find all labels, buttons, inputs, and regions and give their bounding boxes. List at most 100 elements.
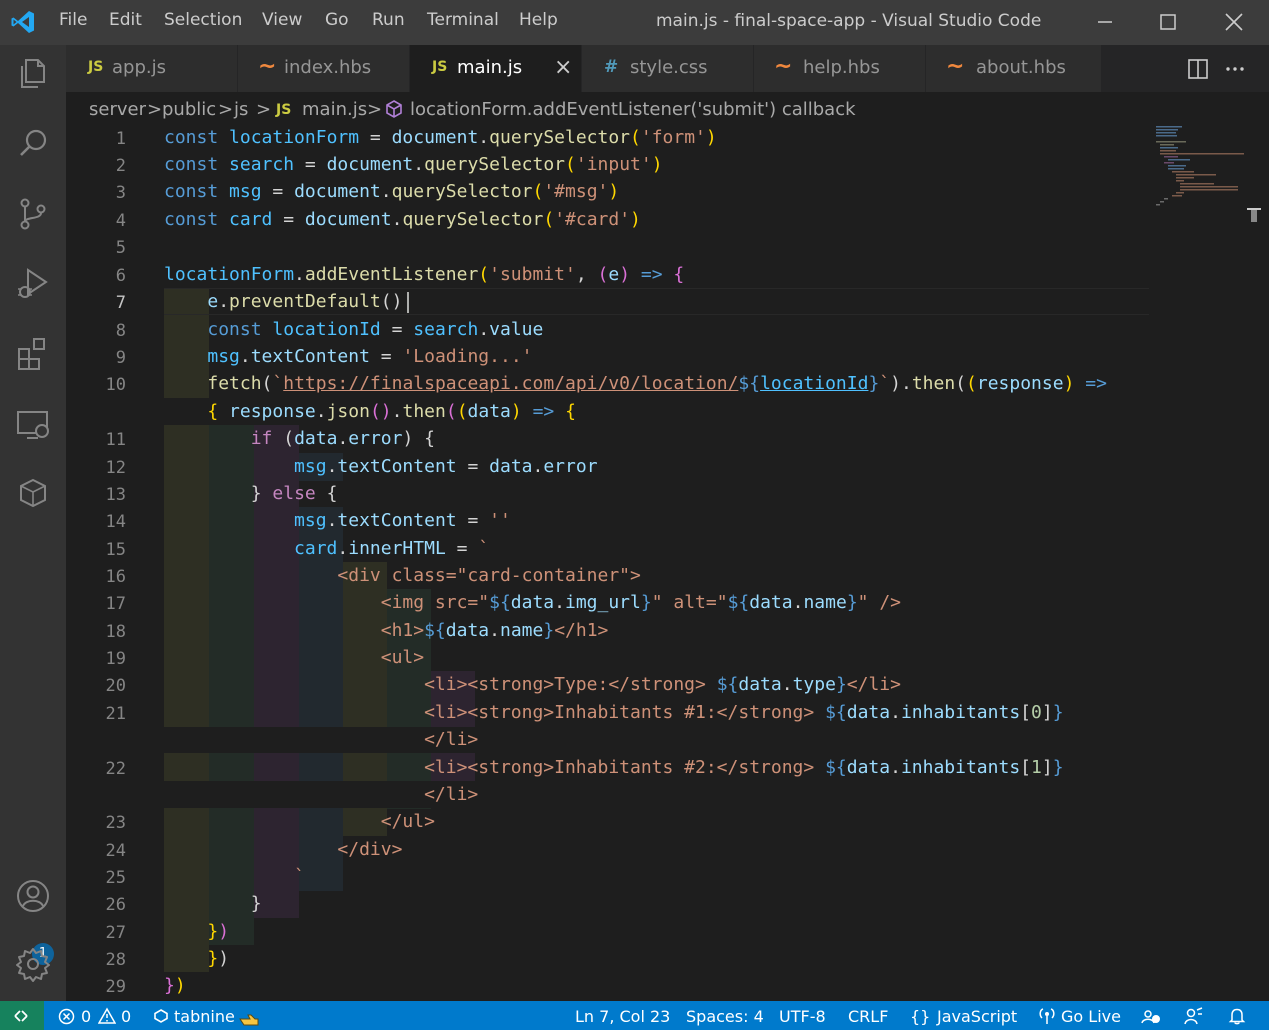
handlebars-file-icon: ~ (774, 54, 793, 79)
line-number: 27 (105, 923, 126, 943)
breadcrumb-separator: > (147, 99, 163, 120)
language-mode[interactable]: JavaScript (937, 1007, 1017, 1026)
run-debug-icon[interactable] (12, 263, 54, 305)
editor-tab-bar: JS app.js ~ index.hbs JS main.js × # sty… (66, 45, 1269, 92)
code-line: if (data.error) { (250, 428, 435, 449)
tab-main-js[interactable]: JS main.js × (410, 45, 582, 92)
line-number: 11 (105, 430, 126, 450)
source-control-icon[interactable] (12, 193, 54, 235)
menu-view[interactable]: View (262, 10, 302, 30)
breadcrumb-item-symbol[interactable]: locationForm.addEventListener('submit') … (410, 99, 856, 120)
code-line: ` (164, 866, 305, 887)
code-editor[interactable]: 1 2 3 4 5 6 7 8 9 10 11 12 13 14 15 16 1… (66, 126, 1269, 1001)
breadcrumb: server > public > js > JS main.js > loca… (66, 92, 1269, 126)
text-cursor (407, 292, 409, 313)
line-number: 10 (105, 375, 126, 395)
tab-app-js[interactable]: JS app.js (66, 45, 238, 92)
tab-index-hbs[interactable]: ~ index.hbs (238, 45, 410, 92)
code-line: <ul> (164, 647, 425, 668)
settings-gear-icon[interactable] (12, 943, 54, 985)
menu-go[interactable]: Go (325, 10, 349, 30)
minimize-button[interactable] (1085, 5, 1125, 39)
line-number: 26 (105, 895, 126, 915)
line-number: 9 (115, 348, 126, 368)
menu-edit[interactable]: Edit (109, 10, 142, 30)
title-bar: File Edit Selection View Go Run Terminal… (0, 0, 1269, 45)
remote-indicator[interactable] (0, 1001, 44, 1030)
close-window-button[interactable] (1214, 5, 1254, 39)
remote-explorer-icon[interactable] (12, 403, 54, 445)
extensions-icon[interactable] (12, 333, 54, 375)
more-actions-icon[interactable] (1223, 57, 1247, 81)
menu-terminal[interactable]: Terminal (427, 10, 499, 30)
remote-icon (14, 1010, 28, 1022)
search-icon[interactable] (12, 123, 54, 165)
code-line: const search = document.querySelector('i… (164, 154, 663, 175)
menu-help[interactable]: Help (519, 10, 558, 30)
code-line: </ul> (164, 811, 435, 832)
vertical-scrollbar[interactable] (1247, 126, 1261, 1001)
fetch-url-link[interactable]: https://finalspaceapi.com/api/v0/locatio… (283, 373, 738, 394)
line-number: 24 (105, 841, 126, 861)
code-line: }) (164, 975, 186, 996)
breadcrumb-item-public[interactable]: public (162, 99, 216, 120)
docker-icon[interactable] (12, 473, 54, 515)
maximize-button[interactable] (1148, 5, 1188, 39)
code-line: { response.json().then((data) => { (207, 401, 576, 422)
line-ending-status[interactable]: CRLF (848, 1007, 888, 1026)
error-count[interactable]: 0 (81, 1007, 91, 1026)
warning-count[interactable]: 0 (121, 1007, 131, 1026)
line-number: 16 (105, 567, 126, 587)
menu-file[interactable]: File (59, 10, 87, 30)
window-title: main.js - final-space-app - Visual Studi… (656, 11, 1042, 31)
tab-label: app.js (112, 57, 166, 78)
tabnine-icon (154, 1009, 168, 1023)
breadcrumb-item-js[interactable]: js (234, 99, 248, 120)
code-line: const locationId = search.value (207, 319, 544, 340)
indentation-status[interactable]: Spaces: 4 (686, 1007, 764, 1026)
code-line: <div class="card-container"> (164, 565, 641, 586)
code-line: fetch(`https://finalspaceapi.com/api/v0/… (207, 373, 1107, 394)
code-line: <li><strong>Inhabitants #1:</strong> ${d… (164, 702, 1064, 723)
encoding-status[interactable]: UTF-8 (779, 1007, 826, 1026)
javascript-file-icon: JS (432, 59, 448, 75)
code-line: <li><strong>Inhabitants #2:</strong> ${d… (164, 757, 1064, 778)
line-number: 1 (115, 129, 126, 149)
breadcrumb-item-file[interactable]: main.js (302, 99, 367, 120)
cursor-position[interactable]: Ln 7, Col 23 (575, 1007, 670, 1026)
code-line: </li> (164, 784, 479, 805)
tab-label: index.hbs (284, 57, 372, 78)
tab-style-css[interactable]: # style.css (582, 45, 754, 92)
live-share-icon[interactable] (1141, 1007, 1161, 1025)
minimap[interactable] (1154, 126, 1244, 206)
go-live-button[interactable]: Go Live (1061, 1007, 1121, 1026)
split-editor-icon[interactable] (1186, 57, 1210, 81)
breadcrumb-item-server[interactable]: server (89, 99, 146, 120)
tab-about-hbs[interactable]: ~ about.hbs (926, 45, 1102, 92)
menu-selection[interactable]: Selection (164, 10, 242, 30)
symbol-method-icon (386, 100, 402, 118)
vscode-logo-icon (11, 11, 34, 33)
hand-pointer-icon (239, 1014, 259, 1026)
line-number: 19 (105, 649, 126, 669)
close-tab-icon[interactable]: × (554, 55, 572, 80)
tabnine-status[interactable]: tabnine (174, 1007, 235, 1026)
feedback-icon[interactable] (1183, 1007, 1203, 1025)
code-line: }) (207, 921, 230, 942)
tab-help-hbs[interactable]: ~ help.hbs (754, 45, 926, 92)
line-number: 15 (105, 540, 126, 560)
line-number: 4 (115, 211, 126, 231)
explorer-icon[interactable] (12, 53, 54, 95)
javascript-file-icon: JS (276, 102, 292, 118)
notifications-bell-icon[interactable] (1228, 1007, 1246, 1025)
code-line: </div> (164, 839, 403, 860)
code-line: locationForm.addEventListener('submit', … (164, 264, 685, 285)
line-number-current: 7 (115, 293, 126, 313)
code-line: msg.textContent = '' (294, 510, 511, 531)
menu-run[interactable]: Run (372, 10, 405, 30)
code-line: const locationForm = document.querySelec… (164, 127, 717, 148)
line-number: 29 (105, 977, 126, 997)
breadcrumb-separator: > (218, 99, 234, 120)
breadcrumb-separator: > (367, 99, 383, 120)
accounts-icon[interactable] (12, 875, 54, 917)
